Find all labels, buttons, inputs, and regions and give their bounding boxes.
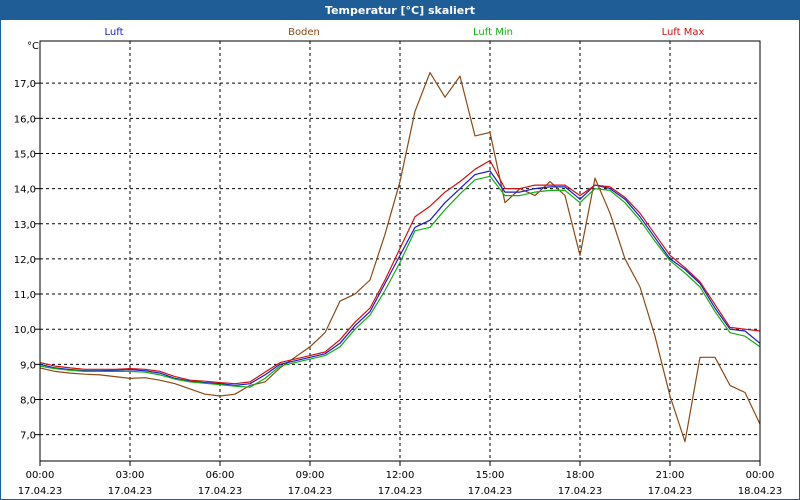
x-tick-date: 17.04.23 [648,486,693,497]
y-tick-label: 11,0 [14,290,36,301]
x-tick-date: 17.04.23 [468,486,513,497]
x-tick-time: 18:00 [566,470,595,481]
x-tick-time: 09:00 [296,470,325,481]
x-tick-time: 03:00 [116,470,145,481]
y-tick-label: 13,0 [14,220,36,231]
x-tick-time: 00:00 [26,470,55,481]
legend-entry: Boden [288,27,320,38]
y-tick-label: 16,0 [14,114,36,125]
x-tick-time: 12:00 [386,470,415,481]
x-tick-time: 21:00 [656,470,685,481]
y-tick-label: 15,0 [14,149,36,160]
x-tick-time: 00:00 [746,470,775,481]
y-tick-label: 7,0 [20,431,36,442]
legend-entry: Luft [105,27,124,38]
y-tick-label: 17,0 [14,79,36,90]
y-tick-label: 14,0 [14,185,36,196]
y-tick-label: 9,0 [20,360,36,371]
x-tick-time: 15:00 [476,470,505,481]
x-tick-date: 17.04.23 [558,486,603,497]
y-tick-label: 10,0 [14,325,36,336]
x-tick-date: 17.04.23 [288,486,333,497]
x-tick-time: 06:00 [206,470,235,481]
x-tick-date: 17.04.23 [378,486,423,497]
legend-entry: Luft Min [473,27,513,38]
x-tick-date: 17.04.23 [18,486,63,497]
chart-area: Luft Boden Luft Min Luft Max °C 7,0 8,0 9,0 10… [1,20,799,499]
window-title: Temperatur [°C] skaliert [1,1,799,20]
chart-window: Temperatur [°C] skaliert Luft Boden Luft M… [0,0,800,500]
x-tick-date: 17.04.23 [108,486,153,497]
x-tick-date: 18.04.23 [738,486,783,497]
y-tick-label: 8,0 [20,395,36,406]
y-axis-unit: °C [27,41,39,52]
x-tick-date: 17.04.23 [198,486,243,497]
legend-entry: Luft Max [662,27,705,38]
y-tick-label: 12,0 [14,255,36,266]
